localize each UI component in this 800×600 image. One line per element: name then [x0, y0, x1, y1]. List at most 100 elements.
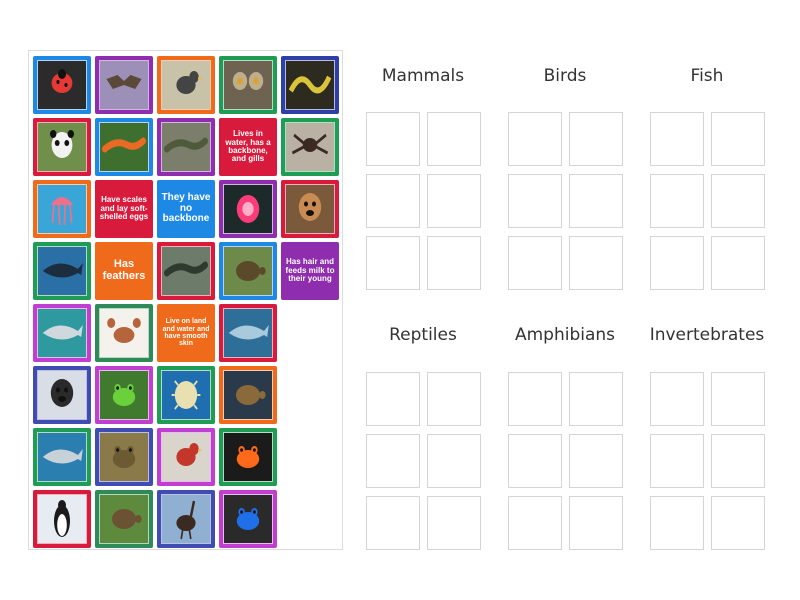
drop-slot-amphibians[interactable]	[508, 496, 562, 550]
drop-slot-fish[interactable]	[650, 236, 704, 290]
shark-icon	[38, 309, 86, 357]
drop-slot-invertebrates[interactable]	[650, 496, 704, 550]
image-card-photo	[223, 246, 273, 296]
drop-slot-fish[interactable]	[711, 236, 765, 290]
text-card-label: They have no backbone	[161, 192, 211, 225]
drop-slot-amphibians[interactable]	[508, 434, 562, 488]
blue-poison-frog-icon	[224, 495, 272, 543]
image-card-snake[interactable]	[281, 56, 339, 114]
drop-slot-amphibians[interactable]	[569, 372, 623, 426]
drop-slot-birds[interactable]	[508, 174, 562, 228]
drop-slot-reptiles[interactable]	[366, 434, 420, 488]
image-card-photo	[161, 246, 211, 296]
drop-slot-fish[interactable]	[711, 174, 765, 228]
image-card-whale[interactable]	[33, 242, 91, 300]
drop-slot-invertebrates[interactable]	[650, 372, 704, 426]
group-title-reptiles: Reptiles	[389, 325, 457, 345]
image-card-blue-poison-frog[interactable]	[219, 490, 277, 548]
text-card-label: Lives in water, has a backbone, and gill…	[225, 129, 271, 164]
image-card-sea-anemone[interactable]	[219, 180, 277, 238]
bat-icon	[100, 61, 148, 109]
drop-slot-mammals[interactable]	[366, 112, 420, 166]
drop-slot-mammals[interactable]	[366, 174, 420, 228]
image-card-lizard[interactable]	[157, 118, 215, 176]
drop-slot-invertebrates[interactable]	[650, 434, 704, 488]
image-card-bat[interactable]	[95, 56, 153, 114]
drop-slot-fish[interactable]	[650, 174, 704, 228]
text-card-label: Have scales and lay soft-shelled eggs	[99, 195, 149, 222]
drop-slot-mammals[interactable]	[427, 174, 481, 228]
image-card-great-white-shark[interactable]	[33, 428, 91, 486]
image-card-photo	[99, 308, 149, 358]
image-card-turtle[interactable]	[219, 242, 277, 300]
image-card-tiger[interactable]	[33, 366, 91, 424]
drop-slot-mammals[interactable]	[366, 236, 420, 290]
poison-frog-icon	[224, 433, 272, 481]
image-card-crab[interactable]	[95, 304, 153, 362]
drop-slot-birds[interactable]	[569, 112, 623, 166]
drop-slot-birds[interactable]	[569, 236, 623, 290]
image-card-poison-frog[interactable]	[219, 428, 277, 486]
drop-slot-mammals[interactable]	[427, 236, 481, 290]
text-card[interactable]: Live on land and water and have smooth s…	[157, 304, 215, 362]
image-card-shark[interactable]	[33, 304, 91, 362]
tree-frog-icon	[100, 371, 148, 419]
image-card-tortoise[interactable]	[95, 490, 153, 548]
text-card[interactable]: Has feathers	[95, 242, 153, 300]
drop-slot-reptiles[interactable]	[427, 496, 481, 550]
drop-slot-birds[interactable]	[508, 236, 562, 290]
image-card-rooster[interactable]	[157, 428, 215, 486]
drop-slot-amphibians[interactable]	[569, 434, 623, 488]
stingray-icon	[224, 309, 272, 357]
drop-slot-amphibians[interactable]	[569, 496, 623, 550]
drop-slot-reptiles[interactable]	[427, 434, 481, 488]
image-card-tree-frog[interactable]	[95, 366, 153, 424]
text-card[interactable]: They have no backbone	[157, 180, 215, 238]
drop-slot-invertebrates[interactable]	[711, 496, 765, 550]
image-card-chickadee[interactable]	[157, 56, 215, 114]
drop-slot-birds[interactable]	[569, 174, 623, 228]
owl-icon	[224, 61, 272, 109]
drop-slot-reptiles[interactable]	[366, 496, 420, 550]
drop-slot-invertebrates[interactable]	[711, 372, 765, 426]
image-card-jellyfish[interactable]	[33, 180, 91, 238]
image-card-photo	[161, 370, 211, 420]
image-card-photo	[99, 432, 149, 482]
image-card-pufferfish[interactable]	[157, 366, 215, 424]
pufferfish-icon	[162, 371, 210, 419]
image-card-photo	[37, 308, 87, 358]
image-card-dog[interactable]	[281, 180, 339, 238]
drop-slot-fish[interactable]	[711, 112, 765, 166]
drop-slot-birds[interactable]	[508, 112, 562, 166]
drop-slot-invertebrates[interactable]	[711, 434, 765, 488]
group-title-amphibians: Amphibians	[514, 325, 616, 345]
image-card-photo	[161, 432, 211, 482]
drop-slot-mammals[interactable]	[427, 112, 481, 166]
drop-slot-reptiles[interactable]	[427, 372, 481, 426]
image-card-photo	[223, 60, 273, 110]
crab-icon	[100, 309, 148, 357]
drop-slot-amphibians[interactable]	[508, 372, 562, 426]
drop-slot-reptiles[interactable]	[366, 372, 420, 426]
image-card-owl[interactable]	[219, 56, 277, 114]
chickadee-icon	[162, 61, 210, 109]
image-card-panda[interactable]	[33, 118, 91, 176]
image-card-iguana[interactable]	[157, 242, 215, 300]
group-title-mammals: Mammals	[381, 66, 465, 86]
drop-slot-fish[interactable]	[650, 112, 704, 166]
image-card-stingray[interactable]	[219, 304, 277, 362]
sea-turtle-icon	[224, 371, 272, 419]
tiger-icon	[38, 371, 86, 419]
image-card-ostrich[interactable]	[157, 490, 215, 548]
image-card-penguin[interactable]	[33, 490, 91, 548]
image-card-toad[interactable]	[95, 428, 153, 486]
image-card-tarantula[interactable]	[281, 118, 339, 176]
image-card-photo	[37, 122, 87, 172]
image-card-ladybug[interactable]	[33, 56, 91, 114]
text-card[interactable]: Have scales and lay soft-shelled eggs	[95, 180, 153, 238]
image-card-newt[interactable]	[95, 118, 153, 176]
text-card-label: Live on land and water and have smooth s…	[162, 318, 210, 348]
text-card[interactable]: Lives in water, has a backbone, and gill…	[219, 118, 277, 176]
image-card-sea-turtle[interactable]	[219, 366, 277, 424]
text-card[interactable]: Has hair and feeds milk to their young	[281, 242, 339, 300]
